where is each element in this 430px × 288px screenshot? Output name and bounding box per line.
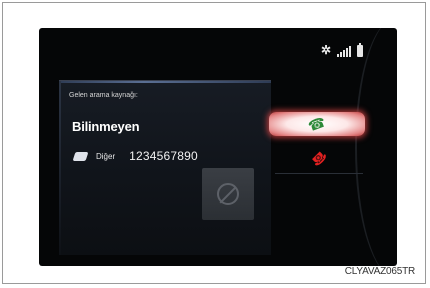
phone-book-icon: [72, 151, 89, 161]
divider: [275, 173, 363, 174]
phone-answer-icon: ☎: [306, 113, 328, 135]
status-bar: ✲: [321, 41, 363, 57]
phone-decline-icon: ☎: [307, 146, 331, 170]
answer-call-button[interactable]: ☎: [269, 112, 365, 136]
caller-name: Bilinmeyen: [72, 119, 140, 134]
mute-button[interactable]: [202, 168, 254, 220]
battery-icon: [357, 43, 363, 57]
display-screen: ✲ Gelen arama kaynağı: Bilinmeyen Diğer …: [39, 28, 397, 266]
decline-call-button[interactable]: ☎: [275, 144, 363, 172]
mute-disabled-icon: [217, 183, 239, 205]
phone-number: 1234567890: [129, 149, 198, 163]
figure-frame: ✲ Gelen arama kaynağı: Bilinmeyen Diğer …: [2, 2, 426, 284]
bluetooth-icon: ✲: [320, 43, 331, 57]
phone-number-row: Diğer 1234567890: [72, 149, 198, 163]
incoming-call-label: Gelen arama kaynağı:: [69, 92, 138, 99]
panel-edge: [59, 81, 61, 255]
panel-top-line: [59, 81, 271, 83]
phone-type-label: Diğer: [96, 151, 116, 161]
signal-strength-icon: [337, 45, 351, 57]
image-code: CLYAVAZ065TR: [344, 266, 415, 277]
